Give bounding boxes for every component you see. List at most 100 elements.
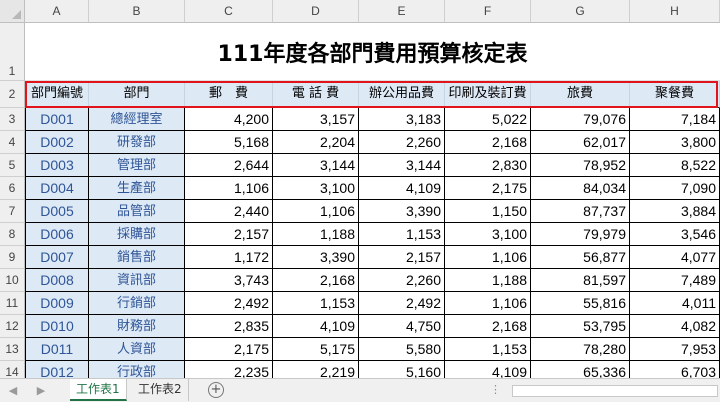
dept-name-cell[interactable]: 行銷部 xyxy=(89,292,185,315)
data-cell[interactable]: 1,153 xyxy=(445,338,531,361)
data-cell[interactable]: 2,260 xyxy=(359,269,445,292)
data-cell[interactable]: 2,644 xyxy=(185,154,273,177)
data-cell[interactable]: 7,953 xyxy=(630,338,720,361)
column-header[interactable]: A xyxy=(25,0,89,23)
data-cell[interactable]: 5,022 xyxy=(445,108,531,131)
header-cell[interactable]: 印刷及裝訂費 xyxy=(445,81,531,108)
data-cell[interactable]: 79,979 xyxy=(531,223,630,246)
data-cell[interactable]: 5,160 xyxy=(359,361,445,378)
data-cell[interactable]: 3,390 xyxy=(273,246,359,269)
data-cell[interactable]: 2,219 xyxy=(273,361,359,378)
data-cell[interactable]: 65,336 xyxy=(531,361,630,378)
data-cell[interactable]: 2,492 xyxy=(185,292,273,315)
row-header[interactable]: 9 xyxy=(0,246,25,269)
data-cell[interactable]: 2,175 xyxy=(185,338,273,361)
data-cell[interactable]: 1,188 xyxy=(445,269,531,292)
prev-sheet-icon[interactable]: ◀ xyxy=(6,383,20,399)
dept-id-cell[interactable]: D010 xyxy=(25,315,89,338)
data-cell[interactable]: 3,390 xyxy=(359,200,445,223)
dept-name-cell[interactable]: 銷售部 xyxy=(89,246,185,269)
data-cell[interactable]: 81,597 xyxy=(531,269,630,292)
tab-split-handle[interactable]: ⋮ xyxy=(490,383,502,396)
data-cell[interactable]: 2,168 xyxy=(445,315,531,338)
data-cell[interactable]: 84,034 xyxy=(531,177,630,200)
data-cell[interactable]: 2,157 xyxy=(359,246,445,269)
data-cell[interactable]: 1,106 xyxy=(273,200,359,223)
row-header[interactable]: 11 xyxy=(0,292,25,315)
header-cell[interactable]: 郵 費 xyxy=(185,81,273,108)
data-cell[interactable]: 78,280 xyxy=(531,338,630,361)
horizontal-scrollbar[interactable] xyxy=(512,385,718,397)
row-header[interactable]: 10 xyxy=(0,269,25,292)
dept-name-cell[interactable]: 研發部 xyxy=(89,131,185,154)
row-header[interactable]: 2 xyxy=(0,81,25,108)
dept-name-cell[interactable]: 總經理室 xyxy=(89,108,185,131)
data-cell[interactable]: 3,144 xyxy=(359,154,445,177)
header-cell[interactable]: 旅費 xyxy=(531,81,630,108)
row-header[interactable]: 1 xyxy=(0,23,25,81)
data-cell[interactable]: 4,011 xyxy=(630,292,720,315)
dept-name-cell[interactable]: 財務部 xyxy=(89,315,185,338)
dept-name-cell[interactable]: 行政部 xyxy=(89,361,185,378)
header-cell[interactable]: 聚餐費 xyxy=(630,81,720,108)
data-cell[interactable]: 4,200 xyxy=(185,108,273,131)
dept-id-cell[interactable]: D009 xyxy=(25,292,89,315)
data-cell[interactable]: 2,175 xyxy=(445,177,531,200)
row-header[interactable]: 3 xyxy=(0,108,25,131)
column-header[interactable]: C xyxy=(185,0,273,23)
sheet-tab-2[interactable]: 工作表2 xyxy=(132,379,189,401)
data-cell[interactable]: 87,737 xyxy=(531,200,630,223)
sheet-title-cell[interactable]: 111年度各部門費用預算核定表 xyxy=(25,23,720,81)
data-cell[interactable]: 7,090 xyxy=(630,177,720,200)
dept-id-cell[interactable]: D001 xyxy=(25,108,89,131)
dept-name-cell[interactable]: 生產部 xyxy=(89,177,185,200)
column-header[interactable]: B xyxy=(89,0,185,23)
data-cell[interactable]: 2,168 xyxy=(445,131,531,154)
data-cell[interactable]: 5,168 xyxy=(185,131,273,154)
data-cell[interactable]: 2,235 xyxy=(185,361,273,378)
data-cell[interactable]: 2,440 xyxy=(185,200,273,223)
select-all-corner[interactable] xyxy=(0,0,25,23)
data-cell[interactable]: 1,106 xyxy=(445,292,531,315)
data-cell[interactable]: 4,077 xyxy=(630,246,720,269)
dept-name-cell[interactable]: 品管部 xyxy=(89,200,185,223)
data-cell[interactable]: 1,150 xyxy=(445,200,531,223)
dept-id-cell[interactable]: D006 xyxy=(25,223,89,246)
dept-id-cell[interactable]: D002 xyxy=(25,131,89,154)
data-cell[interactable]: 8,522 xyxy=(630,154,720,177)
data-cell[interactable]: 53,795 xyxy=(531,315,630,338)
data-cell[interactable]: 3,144 xyxy=(273,154,359,177)
column-header[interactable]: H xyxy=(630,0,720,23)
data-cell[interactable]: 1,172 xyxy=(185,246,273,269)
row-header[interactable]: 5 xyxy=(0,154,25,177)
dept-id-cell[interactable]: D008 xyxy=(25,269,89,292)
data-cell[interactable]: 3,743 xyxy=(185,269,273,292)
data-cell[interactable]: 1,106 xyxy=(445,246,531,269)
dept-name-cell[interactable]: 資訊部 xyxy=(89,269,185,292)
data-cell[interactable]: 62,017 xyxy=(531,131,630,154)
data-cell[interactable]: 4,109 xyxy=(359,177,445,200)
row-header[interactable]: 6 xyxy=(0,177,25,200)
plus-circle-icon[interactable]: + xyxy=(208,382,224,398)
next-sheet-icon[interactable]: ▶ xyxy=(34,383,48,399)
dept-id-cell[interactable]: D011 xyxy=(25,338,89,361)
data-cell[interactable]: 1,153 xyxy=(273,292,359,315)
dept-name-cell[interactable]: 人資部 xyxy=(89,338,185,361)
data-cell[interactable]: 1,106 xyxy=(185,177,273,200)
header-cell[interactable]: 電 話 費 xyxy=(273,81,359,108)
column-header[interactable]: G xyxy=(531,0,630,23)
data-cell[interactable]: 4,750 xyxy=(359,315,445,338)
dept-id-cell[interactable]: D007 xyxy=(25,246,89,269)
data-cell[interactable]: 3,183 xyxy=(359,108,445,131)
data-cell[interactable]: 3,800 xyxy=(630,131,720,154)
data-cell[interactable]: 78,952 xyxy=(531,154,630,177)
data-cell[interactable]: 3,157 xyxy=(273,108,359,131)
data-cell[interactable]: 4,082 xyxy=(630,315,720,338)
data-cell[interactable]: 2,492 xyxy=(359,292,445,315)
row-header[interactable]: 14 xyxy=(0,361,25,378)
data-cell[interactable]: 5,175 xyxy=(273,338,359,361)
header-cell[interactable]: 部門編號 xyxy=(25,81,89,108)
data-cell[interactable]: 2,157 xyxy=(185,223,273,246)
data-cell[interactable]: 3,100 xyxy=(445,223,531,246)
data-cell[interactable]: 2,168 xyxy=(273,269,359,292)
